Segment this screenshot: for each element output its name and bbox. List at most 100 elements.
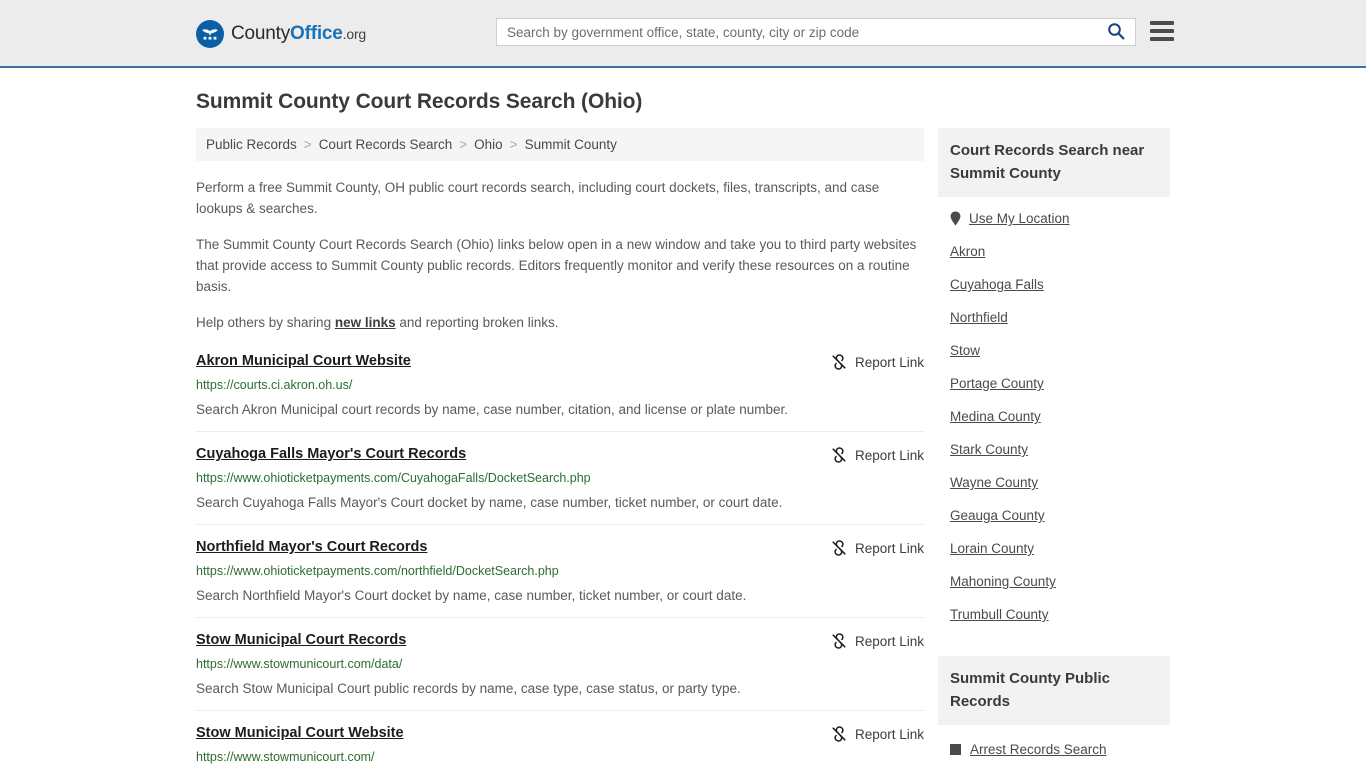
result-title-link[interactable]: Stow Municipal Court Website [196,725,404,741]
logo-text-office: Office [290,23,343,44]
logo-text-org: .org [342,26,367,42]
result-header: Stow Municipal Court Website Report Link [196,725,924,742]
sidebar-nearby-item[interactable]: Mahoning County [950,564,1158,597]
public-records-item[interactable]: Arrest Records Search [950,729,1158,761]
use-my-location-item[interactable]: Use My Location [950,201,1158,234]
broken-link-icon [831,726,847,742]
breadcrumb-item-3: Summit County [524,137,617,152]
sidebar-nearby-link[interactable]: Akron [950,244,985,259]
sidebar-nearby-link[interactable]: Lorain County [950,541,1034,556]
use-my-location-link[interactable]: Use My Location [969,211,1070,226]
breadcrumb-separator: > [459,137,468,152]
sidebar-nearby-link[interactable]: Portage County [950,376,1044,391]
sidebar-nearby-item[interactable]: Stow [950,333,1158,366]
result-url: https://www.ohioticketpayments.com/north… [196,564,559,578]
main-column: Public Records > Court Records Search > Ohio… [196,128,924,768]
hamburger-bar [1150,29,1174,33]
report-link-button[interactable]: Report Link [815,633,924,649]
site-logo[interactable]: CountyOffice.org [196,20,366,48]
report-link-label: Report Link [854,447,924,463]
result-url: https://www.stowmunicourt.com/ [196,750,375,764]
sidebar-nearby-link[interactable]: Stow [950,343,980,358]
sidebar-nearby-item[interactable]: Lorain County [950,531,1158,564]
intro-text: Perform a free Summit County, OH public … [196,177,924,333]
report-link-button[interactable]: Report Link [815,540,924,556]
sidebar-nearby-link[interactable]: Northfield [950,310,1008,325]
result-title-link[interactable]: Cuyahoga Falls Mayor's Court Records [196,446,466,462]
result-item: Stow Municipal Court Website Report Link h… [196,725,924,768]
sidebar-nearby-link[interactable]: Stark County [950,442,1028,457]
page-body: Summit County Court Records Search (Ohio… [0,68,1366,768]
public-records-link[interactable]: Arrest Records Search [970,742,1107,757]
result-header: Akron Municipal Court Website Report Link [196,353,924,370]
broken-link-icon [831,540,847,556]
logo-text-county: County [231,23,291,44]
square-bullet-icon [950,744,961,755]
report-link-label: Report Link [854,726,924,742]
result-description: Search Stow Municipal Court public recor… [196,681,741,696]
eagle-shield-logo-icon [196,20,224,48]
hamburger-bar [1150,21,1174,25]
result-header: Cuyahoga Falls Mayor's Court Records Repo… [196,446,924,463]
broken-link-icon [831,354,847,370]
result-header: Northfield Mayor's Court Records Report L… [196,539,924,556]
result-description: Search Northfield Mayor's Court docket b… [196,588,747,603]
sidebar-nearby-item[interactable]: Geauga County [950,498,1158,531]
report-link-label: Report Link [854,540,924,556]
intro-paragraph-1: Perform a free Summit County, OH public … [196,180,880,216]
new-links-link[interactable]: new links [335,315,396,330]
report-link-button[interactable]: Report Link [815,354,924,370]
report-link-button[interactable]: Report Link [815,726,924,742]
result-url: https://www.ohioticketpayments.com/Cuyah… [196,471,591,485]
report-link-label: Report Link [854,633,924,649]
search-bar[interactable] [496,18,1136,46]
result-item: Stow Municipal Court Records Report Link h… [196,632,924,711]
search-input[interactable] [507,24,1105,40]
result-url: https://courts.ci.akron.oh.us/ [196,378,353,392]
report-link-label: Report Link [854,354,924,370]
breadcrumb-separator: > [303,137,312,152]
sidebar-nearby-link[interactable]: Wayne County [950,475,1038,490]
sidebar-nearby-item[interactable]: Akron [950,234,1158,267]
sidebar-nearby-item[interactable]: Portage County [950,366,1158,399]
hamburger-menu-icon[interactable] [1150,21,1174,41]
breadcrumb-item-2[interactable]: Ohio [474,137,503,152]
result-title-link[interactable]: Northfield Mayor's Court Records [196,539,427,555]
search-icon [1107,22,1125,43]
breadcrumb-separator: > [509,137,518,152]
nearby-section-title: Court Records Search near Summit County [938,128,1170,197]
result-item: Akron Municipal Court Website Report Link… [196,353,924,432]
result-description: Search Cuyahoga Falls Mayor's Court dock… [196,495,783,510]
sidebar-nearby-item[interactable]: Trumbull County [950,597,1158,630]
sidebar-nearby-link[interactable]: Cuyahoga Falls [950,277,1044,292]
sidebar-nearby-item[interactable]: Cuyahoga Falls [950,267,1158,300]
report-link-button[interactable]: Report Link [815,447,924,463]
result-title-link[interactable]: Stow Municipal Court Records [196,632,406,648]
sidebar: Court Records Search near Summit County … [938,128,1170,761]
intro-paragraph-2: The Summit County Court Records Search (… [196,237,917,294]
sidebar-nearby-item[interactable]: Wayne County [950,465,1158,498]
sidebar-nearby-item[interactable]: Northfield [950,300,1158,333]
results-list: Akron Municipal Court Website Report Link… [196,353,924,768]
sidebar-nearby-item[interactable]: Medina County [950,399,1158,432]
nearby-links-list: Use My Location Akron Cuyahoga Falls North… [938,201,1170,630]
hamburger-bar [1150,37,1174,41]
sidebar-nearby-link[interactable]: Geauga County [950,508,1045,523]
page-title: Summit County Court Records Search (Ohio… [196,90,643,113]
sidebar-nearby-link[interactable]: Mahoning County [950,574,1056,589]
public-records-list: Arrest Records Search [938,729,1170,761]
breadcrumb-item-1[interactable]: Court Records Search [319,137,453,152]
breadcrumb: Public Records > Court Records Search > Ohio… [196,128,924,161]
content-columns: Public Records > Court Records Search > Ohio… [196,128,1170,768]
intro-p3-before: Help others by sharing [196,315,335,330]
broken-link-icon [831,447,847,463]
result-item: Cuyahoga Falls Mayor's Court Records Repo… [196,446,924,525]
logo-wordmark: CountyOffice.org [231,23,366,45]
sidebar-nearby-link[interactable]: Medina County [950,409,1041,424]
breadcrumb-item-0[interactable]: Public Records [206,137,297,152]
result-title-link[interactable]: Akron Municipal Court Website [196,353,411,369]
broken-link-icon [831,633,847,649]
sidebar-nearby-link[interactable]: Trumbull County [950,607,1049,622]
sidebar-nearby-item[interactable]: Stark County [950,432,1158,465]
search-button[interactable] [1105,22,1127,43]
